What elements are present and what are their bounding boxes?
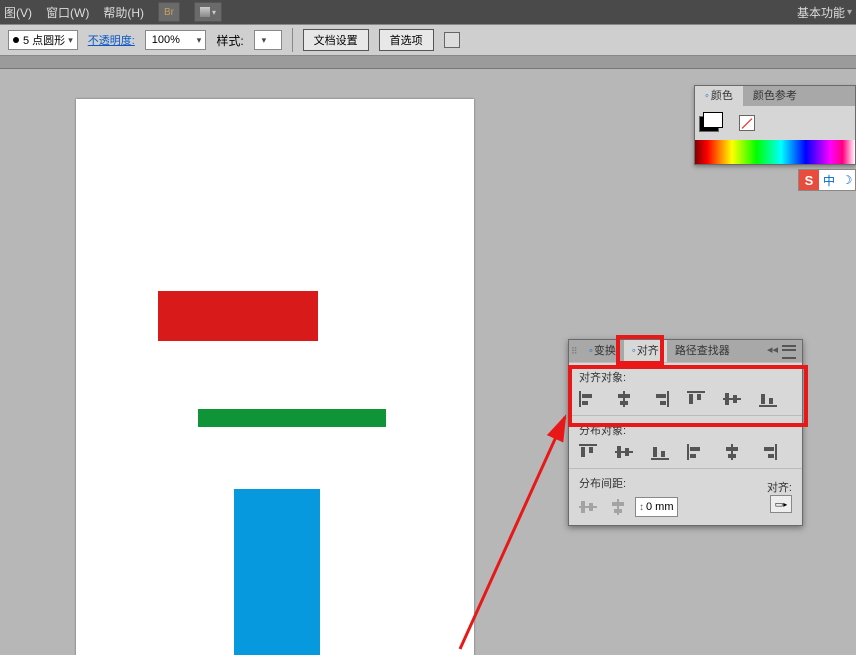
color-panel: ◦颜色 颜色参考 [694,85,856,165]
workspace-switcher[interactable]: 基本功能 [797,4,852,21]
green-rectangle[interactable] [198,409,386,427]
main-area: ◦颜色 颜色参考 S 中 ☽ ⠿ ◦变换 ◦对齐 路径查找器 ◂◂ 对齐对象: [0,69,856,655]
menu-bar: 图(V) 窗口(W) 帮助(H) Br 基本功能 [0,0,856,24]
none-swatch[interactable] [739,115,755,131]
fill-stroke-swatches[interactable] [695,106,855,140]
hdist-center-button[interactable] [723,444,741,460]
align-bottom-button[interactable] [759,391,777,407]
ime-indicator: S 中 ☽ [798,169,856,191]
ime-lang[interactable]: 中 [819,170,839,190]
panel-grip[interactable]: ⠿ [569,346,581,357]
distribute-objects-section: 分布对象: [569,415,802,468]
vdist-center-button[interactable] [615,444,633,460]
menu-window[interactable]: 窗口(W) [46,4,89,21]
document-setup-button[interactable]: 文档设置 [303,29,369,51]
dot-icon [13,37,19,43]
opacity-dropdown[interactable] [145,30,207,50]
tab-color-guide[interactable]: 颜色参考 [743,86,807,106]
bridge-button[interactable]: Br [158,2,180,22]
fill-swatch[interactable] [703,112,723,128]
vdist-bottom-button[interactable] [651,444,669,460]
distribute-objects-label: 分布对象: [579,422,792,438]
document-tab-strip [0,56,856,69]
align-top-button[interactable] [687,391,705,407]
color-panel-tabs: ◦颜色 颜色参考 [695,86,855,106]
align-objects-label: 对齐对象: [579,369,792,385]
align-left-button[interactable] [579,391,597,407]
blue-rectangle[interactable] [234,489,320,655]
panel-menu-icon[interactable] [782,345,796,359]
color-spectrum[interactable] [695,140,855,164]
opacity-input[interactable] [150,33,194,47]
hdist-left-button[interactable] [687,444,705,460]
tab-transform[interactable]: ◦变换 [581,340,624,362]
distribute-spacing-section: 分布间距: 0 mm 对齐: ▭ [569,468,802,525]
align-hcenter-button[interactable] [615,391,633,407]
options-bar: 5 点圆形 不透明度: 样式: 文档设置 首选项 [0,24,856,56]
preferences-button[interactable]: 首选项 [379,29,434,51]
distribute-spacing-label: 分布间距: [579,475,678,491]
align-right-button[interactable] [651,391,669,407]
tab-color[interactable]: ◦颜色 [695,86,743,106]
tab-pathfinder[interactable]: 路径查找器 [667,340,738,362]
align-vcenter-button[interactable] [723,391,741,407]
stroke-profile-dropdown[interactable]: 5 点圆形 [8,30,78,50]
spacing-value-input[interactable]: 0 mm [635,497,678,517]
separator [292,28,293,52]
hdist-right-button[interactable] [759,444,777,460]
style-label: 样式: [216,32,243,49]
align-to-dropdown[interactable]: ▭ [770,495,792,513]
align-panel-tabs: ⠿ ◦变换 ◦对齐 路径查找器 ◂◂ [569,340,802,362]
vdist-top-button[interactable] [579,444,597,460]
opacity-label[interactable]: 不透明度: [88,32,135,48]
align-objects-section: 对齐对象: [569,362,802,415]
stroke-profile-value: 5 点圆形 [23,32,65,48]
tab-align[interactable]: ◦对齐 [624,340,667,362]
ime-mode-icon[interactable]: ☽ [839,170,855,190]
align-to-label: 对齐: [764,479,792,495]
ime-brand-icon[interactable]: S [799,170,819,190]
align-panel: ⠿ ◦变换 ◦对齐 路径查找器 ◂◂ 对齐对象: 分布对象: [568,339,803,526]
hspace-button[interactable] [609,499,627,515]
options-extra-icon[interactable] [444,32,460,48]
vspace-button[interactable] [579,499,597,515]
style-dropdown[interactable] [254,30,282,50]
menu-view[interactable]: 图(V) [4,4,32,21]
arrange-docs-button[interactable] [194,2,222,22]
menu-help[interactable]: 帮助(H) [103,4,144,21]
panel-collapse-icon[interactable]: ◂◂ [767,343,778,356]
red-rectangle[interactable] [158,291,318,341]
